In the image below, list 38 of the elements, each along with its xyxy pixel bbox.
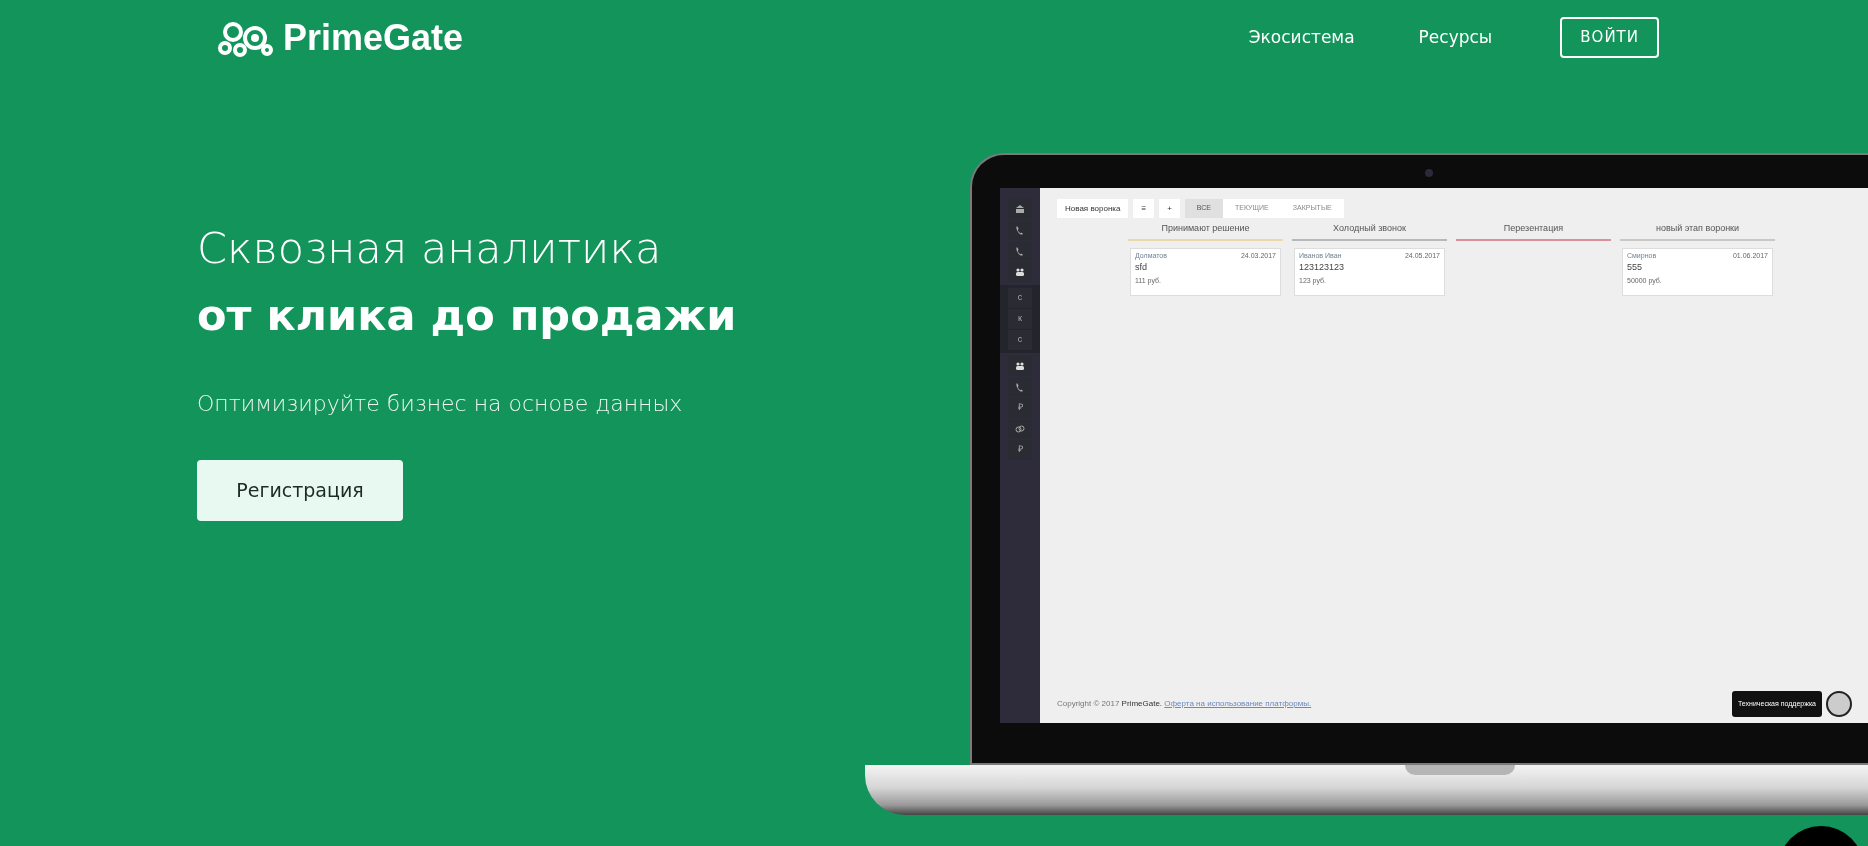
sidebar-item[interactable] <box>1008 199 1032 219</box>
phone-icon <box>1015 225 1025 235</box>
login-button[interactable]: ВОЙТИ <box>1560 17 1659 58</box>
deal-title: sfd <box>1135 263 1148 274</box>
logo[interactable]: PrimeGate <box>215 17 464 58</box>
nav-link[interactable]: Ресурсы <box>1418 24 1493 51</box>
copyright-text: Copyright © 2017 PrimeGate. Оферта на использование платформы. <box>1057 697 1312 710</box>
sidebar-item[interactable] <box>1008 356 1032 376</box>
hero-title: от клика до продажи <box>197 289 738 342</box>
sidebar-item[interactable]: с <box>1008 330 1032 350</box>
column-header: Принимают решение <box>1128 222 1283 241</box>
deal-title: 123123123 <box>1299 263 1346 274</box>
add-button[interactable]: + <box>1159 199 1180 218</box>
sidebar-item[interactable] <box>1008 419 1032 439</box>
nav-link[interactable]: Экосистема <box>1248 24 1355 51</box>
register-button[interactable]: Регистрация <box>197 460 403 521</box>
sidebar-item[interactable]: ₽ <box>1008 398 1032 418</box>
building-icon <box>1015 204 1025 214</box>
link-icon <box>1015 424 1025 434</box>
sidebar-item[interactable] <box>1008 262 1032 282</box>
people-icon <box>1015 361 1025 371</box>
funnel-button[interactable]: Новая воронка <box>1057 199 1129 218</box>
column-header: Холодный звонок <box>1292 222 1447 241</box>
phone-icon <box>1015 382 1025 392</box>
camera-dot <box>1425 169 1433 177</box>
sidebar-item[interactable]: с <box>1008 288 1032 308</box>
menu-button[interactable]: ≡ <box>1133 199 1155 218</box>
sidebar-item[interactable]: к <box>1008 309 1032 329</box>
hero-subtitle: Оптимизируйте бизнес на основе данных <box>197 390 684 418</box>
column-header: новый этап воронки <box>1620 222 1775 241</box>
hero-title: Сквозная аналитика <box>197 222 663 275</box>
offer-link[interactable]: Оферта на использование платформы. <box>1164 698 1312 708</box>
column-header: Перезентация <box>1456 222 1611 241</box>
sidebar-item[interactable]: ₽ <box>1008 440 1032 460</box>
phone-icon <box>1015 246 1025 256</box>
avatar[interactable] <box>1826 690 1852 717</box>
deal-title: 555 <box>1627 263 1644 274</box>
people-icon <box>1015 267 1025 277</box>
